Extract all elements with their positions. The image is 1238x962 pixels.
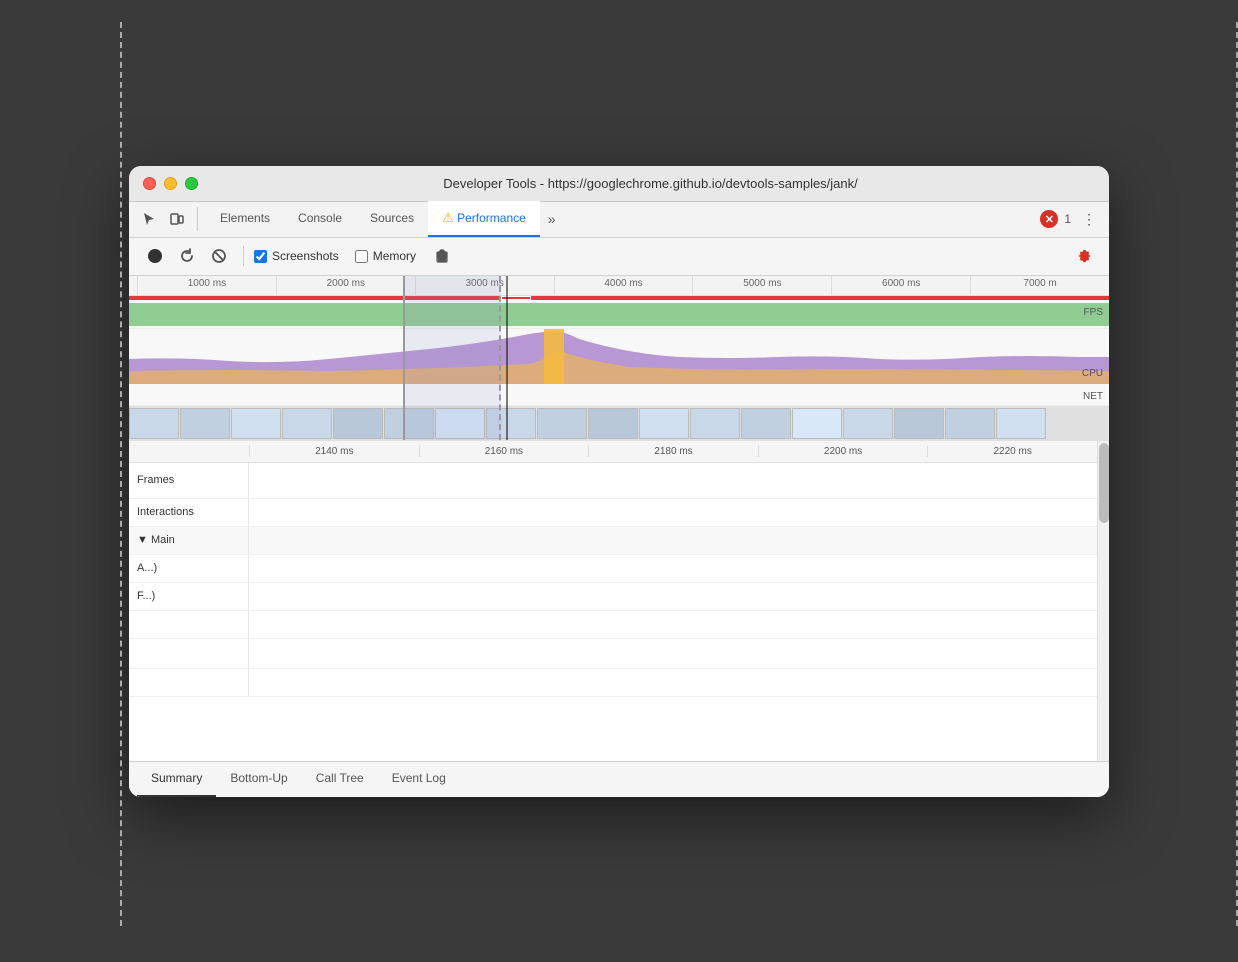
time-mark-2: 2000 ms bbox=[276, 276, 415, 296]
flame-label-2: F...) bbox=[137, 590, 155, 602]
screenshot-thumb bbox=[996, 408, 1046, 439]
detail-ruler: 2140 ms 2160 ms 2180 ms 2200 ms 2220 ms bbox=[129, 441, 1097, 463]
error-icon: ✕ bbox=[1040, 210, 1058, 228]
time-mark-5: 5000 ms bbox=[692, 276, 831, 296]
interactions-label: Interactions bbox=[129, 499, 249, 526]
devtools-body: Elements Console Sources ⚠ Performance »… bbox=[129, 202, 1109, 797]
time-mark-6: 6000 ms bbox=[831, 276, 970, 296]
time-mark-1: 1000 ms bbox=[137, 276, 276, 296]
title-bar: Developer Tools - https://googlechrome.g… bbox=[129, 166, 1109, 202]
frames-track-row: Frames 90.8 ms bbox=[129, 463, 1097, 499]
time-mark-3: 3000 ms bbox=[415, 276, 554, 296]
reload-button[interactable] bbox=[173, 242, 201, 270]
screenshot-thumb bbox=[894, 408, 944, 439]
memory-toggle[interactable]: Memory bbox=[355, 249, 416, 263]
minimize-button[interactable] bbox=[164, 177, 177, 190]
screenshot-thumb bbox=[945, 408, 995, 439]
marker-row bbox=[129, 669, 1097, 697]
flame-row-3: app.update app.update app.update bbox=[129, 611, 1097, 639]
tab-call-tree[interactable]: Call Tree bbox=[302, 761, 378, 797]
maximize-button[interactable] bbox=[185, 177, 198, 190]
device-icon[interactable] bbox=[165, 207, 189, 231]
warning-icon: ⚠ bbox=[442, 210, 454, 226]
cursor-icon[interactable] bbox=[137, 207, 161, 231]
screenshot-thumb bbox=[690, 408, 740, 439]
screenshot-thumb bbox=[231, 408, 281, 439]
scrollbar-thumb[interactable] bbox=[1099, 443, 1109, 523]
trash-button[interactable] bbox=[428, 242, 456, 270]
cpu-row: CPU bbox=[129, 329, 1109, 384]
main-header-row: ▼ Main bbox=[129, 527, 1097, 555]
screenshot-strip bbox=[129, 406, 1109, 441]
tab-more[interactable]: » bbox=[540, 201, 564, 237]
kebab-menu[interactable]: ⋮ bbox=[1077, 207, 1101, 231]
record-button[interactable] bbox=[141, 242, 169, 270]
screenshot-thumb bbox=[435, 408, 485, 439]
screenshot-thumb bbox=[384, 408, 434, 439]
fps-row: FPS bbox=[129, 301, 1109, 329]
flame-row-1: A...) Animation Frame Fired (app.js:94) bbox=[129, 555, 1097, 583]
main-label: ▼ Main bbox=[129, 527, 249, 554]
screenshot-thumb bbox=[180, 408, 230, 439]
time-mark-4: 4000 ms bbox=[554, 276, 693, 296]
tab-summary[interactable]: Summary bbox=[137, 761, 216, 797]
bottom-tabs: Summary Bottom-Up Call Tree Event Log bbox=[129, 761, 1109, 797]
screenshot-thumb bbox=[741, 408, 791, 439]
window-title: Developer Tools - https://googlechrome.g… bbox=[206, 176, 1095, 191]
flame-label-1: A...) bbox=[137, 562, 157, 574]
screenshot-thumb bbox=[333, 408, 383, 439]
tab-performance[interactable]: ⚠ Performance bbox=[428, 201, 540, 237]
devtools-window: Developer Tools - https://googlechrome.g… bbox=[129, 166, 1109, 797]
clear-button[interactable] bbox=[205, 242, 233, 270]
detail-mark-3: 2180 ms bbox=[588, 446, 758, 457]
screenshot-thumb bbox=[282, 408, 332, 439]
detail-mark-1: 2140 ms bbox=[249, 446, 419, 457]
tracks-container: 2140 ms 2160 ms 2180 ms 2200 ms 2220 ms … bbox=[129, 441, 1097, 761]
tab-elements[interactable]: Elements bbox=[206, 201, 284, 237]
net-label: NET bbox=[1083, 391, 1103, 402]
fps-label: FPS bbox=[1084, 307, 1103, 318]
frames-label: Frames bbox=[129, 463, 249, 498]
screenshot-thumb bbox=[486, 408, 536, 439]
toolbar: Screenshots Memory bbox=[129, 238, 1109, 276]
cpu-label: CPU bbox=[1082, 368, 1103, 379]
tab-event-log[interactable]: Event Log bbox=[378, 761, 460, 797]
screenshot-thumb bbox=[792, 408, 842, 439]
tab-bar-icons bbox=[137, 207, 198, 231]
tab-bottom-up[interactable]: Bottom-Up bbox=[216, 761, 301, 797]
tab-bar: Elements Console Sources ⚠ Performance »… bbox=[129, 202, 1109, 238]
tab-console[interactable]: Console bbox=[284, 201, 356, 237]
scrollbar[interactable] bbox=[1097, 441, 1109, 761]
detail-mark-5: 2220 ms bbox=[927, 446, 1097, 457]
error-count: 1 bbox=[1064, 212, 1071, 226]
memory-checkbox[interactable] bbox=[355, 250, 368, 263]
detail-mark-2: 2160 ms bbox=[419, 446, 589, 457]
tab-error-area: ✕ 1 ⋮ bbox=[1040, 207, 1101, 231]
net-row: NET bbox=[129, 384, 1109, 406]
screenshots-toggle[interactable]: Screenshots bbox=[254, 249, 339, 263]
overview-timeline[interactable]: 1000 ms 2000 ms 3000 ms 4000 ms 5000 ms … bbox=[129, 276, 1109, 441]
dense-row-1: M...) bbox=[129, 639, 1097, 669]
settings-button[interactable] bbox=[1069, 242, 1097, 270]
screenshot-thumb bbox=[843, 408, 893, 439]
separator-1 bbox=[243, 246, 244, 266]
screenshot-thumb bbox=[639, 408, 689, 439]
close-button[interactable] bbox=[143, 177, 156, 190]
time-ruler: 1000 ms 2000 ms 3000 ms 4000 ms 5000 ms … bbox=[129, 276, 1109, 296]
screenshots-checkbox[interactable] bbox=[254, 250, 267, 263]
flame-row-2: F...) Function Call (app.js:61) bbox=[129, 583, 1097, 611]
detail-mark-4: 2200 ms bbox=[758, 446, 928, 457]
screenshot-thumb bbox=[537, 408, 587, 439]
screenshot-thumb bbox=[129, 408, 179, 439]
detail-area: 2140 ms 2160 ms 2180 ms 2200 ms 2220 ms … bbox=[129, 441, 1109, 761]
interactions-track-row: Interactions bbox=[129, 499, 1097, 527]
screenshot-thumb bbox=[588, 408, 638, 439]
time-mark-7: 7000 m bbox=[970, 276, 1109, 296]
long-task-bar bbox=[129, 296, 1109, 301]
tab-sources[interactable]: Sources bbox=[356, 201, 428, 237]
